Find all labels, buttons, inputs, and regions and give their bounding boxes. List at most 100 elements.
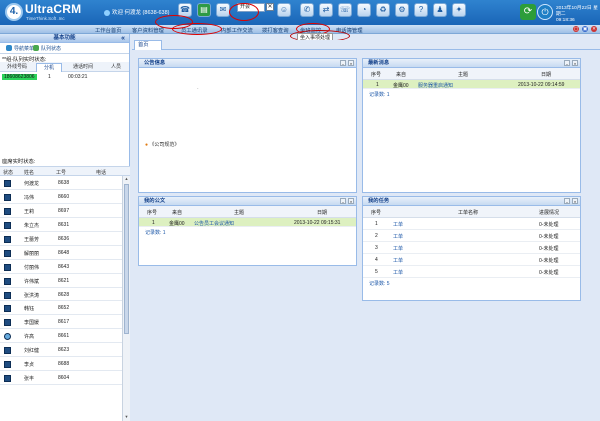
panel-close-icon[interactable]: × — [572, 198, 578, 204]
agent-row[interactable]: 韩钰 8652 — [0, 301, 122, 316]
task-name[interactable]: 工单 — [393, 257, 403, 264]
minimize-icon[interactable]: ▢ — [573, 26, 579, 32]
power-button[interactable]: ⏻ — [537, 4, 553, 20]
task-name[interactable]: 工单 — [393, 245, 403, 252]
task-no: 5 — [375, 269, 378, 275]
task-name[interactable]: 工单 — [393, 269, 403, 276]
menu-item-customers[interactable]: 客户资料管理 — [132, 26, 164, 34]
agent-name: 冯伟 — [24, 194, 35, 201]
tasks-header: 序号 工单名称 进展情况 — [363, 206, 580, 218]
recycle-icon[interactable]: ♻ — [376, 3, 390, 17]
agent-row[interactable]: 何渡龙 8638 — [0, 176, 122, 190]
panel-minimize-icon[interactable]: – — [340, 60, 346, 66]
clock: 2013年10月22日 星期二 09:18:36 — [556, 6, 600, 24]
agent-row[interactable]: 王莉 8697 — [0, 204, 122, 218]
tab-home[interactable]: 首页 — [134, 40, 162, 50]
agent-name: 王蕾芳 — [24, 236, 40, 243]
agent-row[interactable]: 刘红健 8623 — [0, 343, 122, 358]
tab-person[interactable]: 人员 — [104, 63, 128, 72]
hold-icon[interactable]: ◔ — [357, 3, 371, 17]
panel-close-icon[interactable]: × — [348, 60, 354, 66]
notebook-icon[interactable]: ▤ — [197, 3, 211, 17]
scroll-up-icon[interactable]: ▲ — [124, 176, 129, 182]
menu-item-home[interactable]: 工作台首页 — [95, 26, 122, 34]
agent-name: 李国媛 — [24, 320, 40, 327]
agent-busy-icon — [4, 319, 11, 327]
scroll-down-icon[interactable]: ▼ — [124, 414, 129, 420]
agent-row[interactable]: 王蕾芳 8636 — [0, 232, 122, 246]
call-row[interactable]: 18608623806 1 00:03:21 — [0, 72, 129, 82]
task-row[interactable]: 2 工单 0-未处理 — [363, 230, 580, 242]
announce-dot: . — [197, 85, 199, 91]
tab-outline-number[interactable]: 外线号码 — [2, 63, 32, 72]
collapse-icon[interactable]: « — [121, 34, 125, 43]
phone-icon[interactable]: ✆ — [300, 3, 314, 17]
tab-extension[interactable]: 分机 — [36, 63, 62, 72]
news-header: 序号 来自 主题 日期 — [363, 68, 580, 80]
agent-row[interactable]: 朱立杰 8631 — [0, 218, 122, 232]
panel-close-icon[interactable]: × — [572, 60, 578, 66]
news-row[interactable]: 1 金鹰00 服务器重启通知 2013-10-22 09:14:59 — [363, 80, 580, 89]
agent-scrollbar[interactable]: ▲ ▼ — [122, 176, 130, 421]
news-title: 最新消息 – × — [363, 59, 580, 68]
agent-row[interactable]: 解丽丽 8648 — [0, 246, 122, 260]
docs-header: 序号 来自 主题 日期 — [139, 206, 356, 218]
call-ext: 1 — [48, 74, 51, 80]
announce-item[interactable]: ● 《公司规范》 — [145, 141, 179, 148]
docs-row[interactable]: 1 金鹰00 公告员工会议通知 2013-10-22 09:15:31 — [139, 218, 356, 227]
agent-row[interactable]: 许高 8661 — [0, 329, 122, 344]
agent-row[interactable]: 付丽伟 8643 — [0, 260, 122, 274]
agent-row[interactable]: 李贞 8688 — [0, 357, 122, 372]
agent-name: 张丰 — [24, 376, 35, 383]
panel-close-icon[interactable]: × — [348, 198, 354, 204]
task-status: 0-未处理 — [539, 258, 559, 264]
restore-icon[interactable]: ▣ — [582, 26, 588, 32]
agent-title: 座席实时状态: — [2, 159, 36, 165]
task-name[interactable]: 工单 — [393, 233, 403, 240]
announce-panel: 公告信息 – × . ● 《公司规范》 — [138, 58, 357, 193]
task-row[interactable]: 1 工单 0-未处理 — [363, 218, 580, 230]
agent-busy-icon — [4, 277, 11, 285]
nav-menu-link[interactable]: 导航菜单 — [14, 45, 34, 52]
transfer-icon[interactable]: ⇄ — [319, 3, 333, 17]
help-icon[interactable]: ? — [414, 3, 428, 17]
queue-status-link[interactable]: 队列状态 — [41, 45, 61, 52]
agent-row[interactable]: 李国媛 8617 — [0, 315, 122, 330]
panel-minimize-icon[interactable]: – — [564, 60, 570, 66]
agent-row[interactable]: 张丰 8604 — [0, 371, 122, 386]
task-name[interactable]: 工单 — [393, 221, 403, 228]
refresh-button[interactable]: ⟳ — [520, 4, 536, 20]
tab-call-time[interactable]: 通话时间 — [66, 63, 100, 72]
task-row[interactable]: 3 工单 0-未处理 — [363, 242, 580, 254]
close-window-icon[interactable]: ✕ — [591, 26, 597, 32]
tasks-col-no: 序号 — [371, 210, 382, 216]
clock-date: 2013年10月22日 星期二 — [556, 6, 598, 17]
settings-icon[interactable]: ⚙ — [395, 3, 409, 17]
agent-busy-icon — [4, 263, 11, 271]
task-row[interactable]: 5 工单 0-未处理 — [363, 266, 580, 278]
agent-id: 8688 — [58, 361, 70, 368]
scroll-thumb[interactable] — [124, 184, 129, 334]
agent-row[interactable]: 冯伟 8660 — [0, 190, 122, 204]
menu-item-call-query[interactable]: 拨打客查询 — [262, 26, 289, 34]
group-icon[interactable]: ♟ — [433, 3, 447, 17]
agent-row[interactable]: 张洪涛 8628 — [0, 288, 122, 302]
app-logo: 4. — [5, 3, 23, 21]
chat-icon[interactable]: ✉ — [216, 3, 230, 17]
task-row[interactable]: 4 工单 0-未处理 — [363, 254, 580, 266]
panel-minimize-icon[interactable]: – — [564, 198, 570, 204]
tasks-count: 记录数: 5 — [369, 281, 390, 287]
agent-name: 王莉 — [24, 208, 35, 215]
close-icon[interactable]: ✕ — [266, 3, 274, 11]
sidebar-nav: 导航菜单 队列状态 — [0, 43, 129, 54]
panel-minimize-icon[interactable]: – — [340, 198, 346, 204]
news-col-subject: 主题 — [458, 72, 469, 78]
agent-row[interactable]: 许伟斌 8621 — [0, 274, 122, 288]
hangup-icon[interactable]: ☏ — [338, 3, 352, 17]
annotation-circle — [229, 3, 259, 21]
queue-status-icon — [33, 45, 39, 51]
thumbs-up-icon[interactable]: ✦ — [452, 3, 466, 17]
docs-panel: 我的公文 – × 序号 来自 主题 日期 1 金鹰00 公告员工会议通知 201… — [138, 196, 357, 266]
menu-item-internal[interactable]: 内部工作交流 — [221, 26, 253, 34]
person-icon[interactable]: ☺ — [277, 3, 291, 17]
